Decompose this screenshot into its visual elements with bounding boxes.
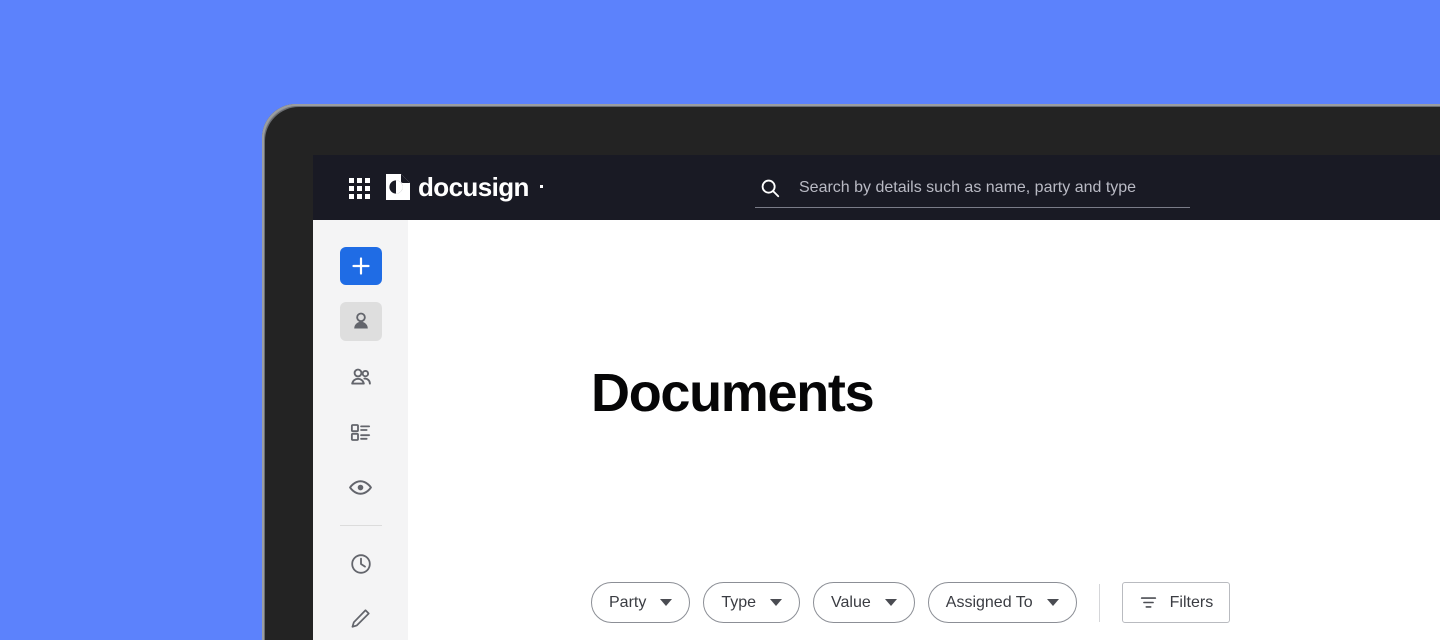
filters-button-label: Filters: [1169, 593, 1214, 611]
app-screen: docusign Search by details such as name,…: [313, 155, 1440, 640]
top-navigation-bar: docusign: [313, 155, 1440, 220]
chevron-down-icon: [884, 599, 897, 606]
rail-divider: [339, 525, 382, 527]
filter-chip-type-label: Type: [721, 593, 757, 611]
sidebar-item-sign[interactable]: [340, 600, 382, 638]
search-input[interactable]: [799, 178, 1190, 197]
search-bar[interactable]: [755, 168, 1190, 208]
person-icon: [353, 313, 368, 329]
chevron-down-icon: [1046, 599, 1059, 606]
apps-grid-icon[interactable]: [349, 178, 370, 199]
filter-chip-value[interactable]: Value: [813, 582, 915, 623]
pencil-icon: [351, 609, 370, 628]
screenshot-stage: docusign Search by details such as name,…: [0, 0, 1440, 640]
filters-button[interactable]: Filters: [1121, 582, 1231, 623]
brand-logo[interactable]: docusign: [386, 174, 543, 200]
plus-icon: [351, 257, 370, 275]
clock-icon: [350, 553, 371, 574]
people-icon: [350, 368, 371, 385]
left-sidebar-rail: [313, 220, 408, 640]
brand-name: docusign: [418, 172, 529, 202]
filter-lines-icon: [1140, 597, 1156, 608]
filter-toolbar: Party Type Value Assigned To Filters: [591, 582, 1231, 623]
sidebar-item-new[interactable]: [339, 247, 382, 286]
filter-chip-value-label: Value: [831, 593, 871, 611]
chevron-down-icon: [660, 599, 673, 606]
sidebar-item-watching[interactable]: [340, 468, 382, 506]
chevron-down-icon: [770, 599, 783, 606]
brand-trademark-dot: [539, 184, 543, 188]
filter-chip-type[interactable]: Type: [703, 582, 801, 623]
eye-icon: [349, 480, 372, 495]
filter-chip-party[interactable]: Party: [591, 582, 691, 623]
sidebar-item-recent[interactable]: [340, 544, 382, 582]
docusign-logo-mark: [386, 174, 410, 200]
toolbar-divider: [1098, 583, 1100, 622]
filter-chip-assigned-to-label: Assigned To: [945, 593, 1033, 611]
sidebar-item-templates[interactable]: [340, 413, 382, 451]
filter-chip-assigned-to[interactable]: Assigned To: [927, 582, 1077, 623]
search-icon: [761, 179, 780, 197]
filter-chip-party-label: Party: [609, 593, 647, 611]
main-content: Documents Party Type Value Assigned To F…: [408, 220, 1440, 640]
page-title: Documents: [591, 363, 875, 423]
sidebar-item-parties[interactable]: [340, 358, 382, 396]
list-box-icon: [350, 423, 371, 441]
sidebar-item-agreements[interactable]: [339, 302, 382, 341]
